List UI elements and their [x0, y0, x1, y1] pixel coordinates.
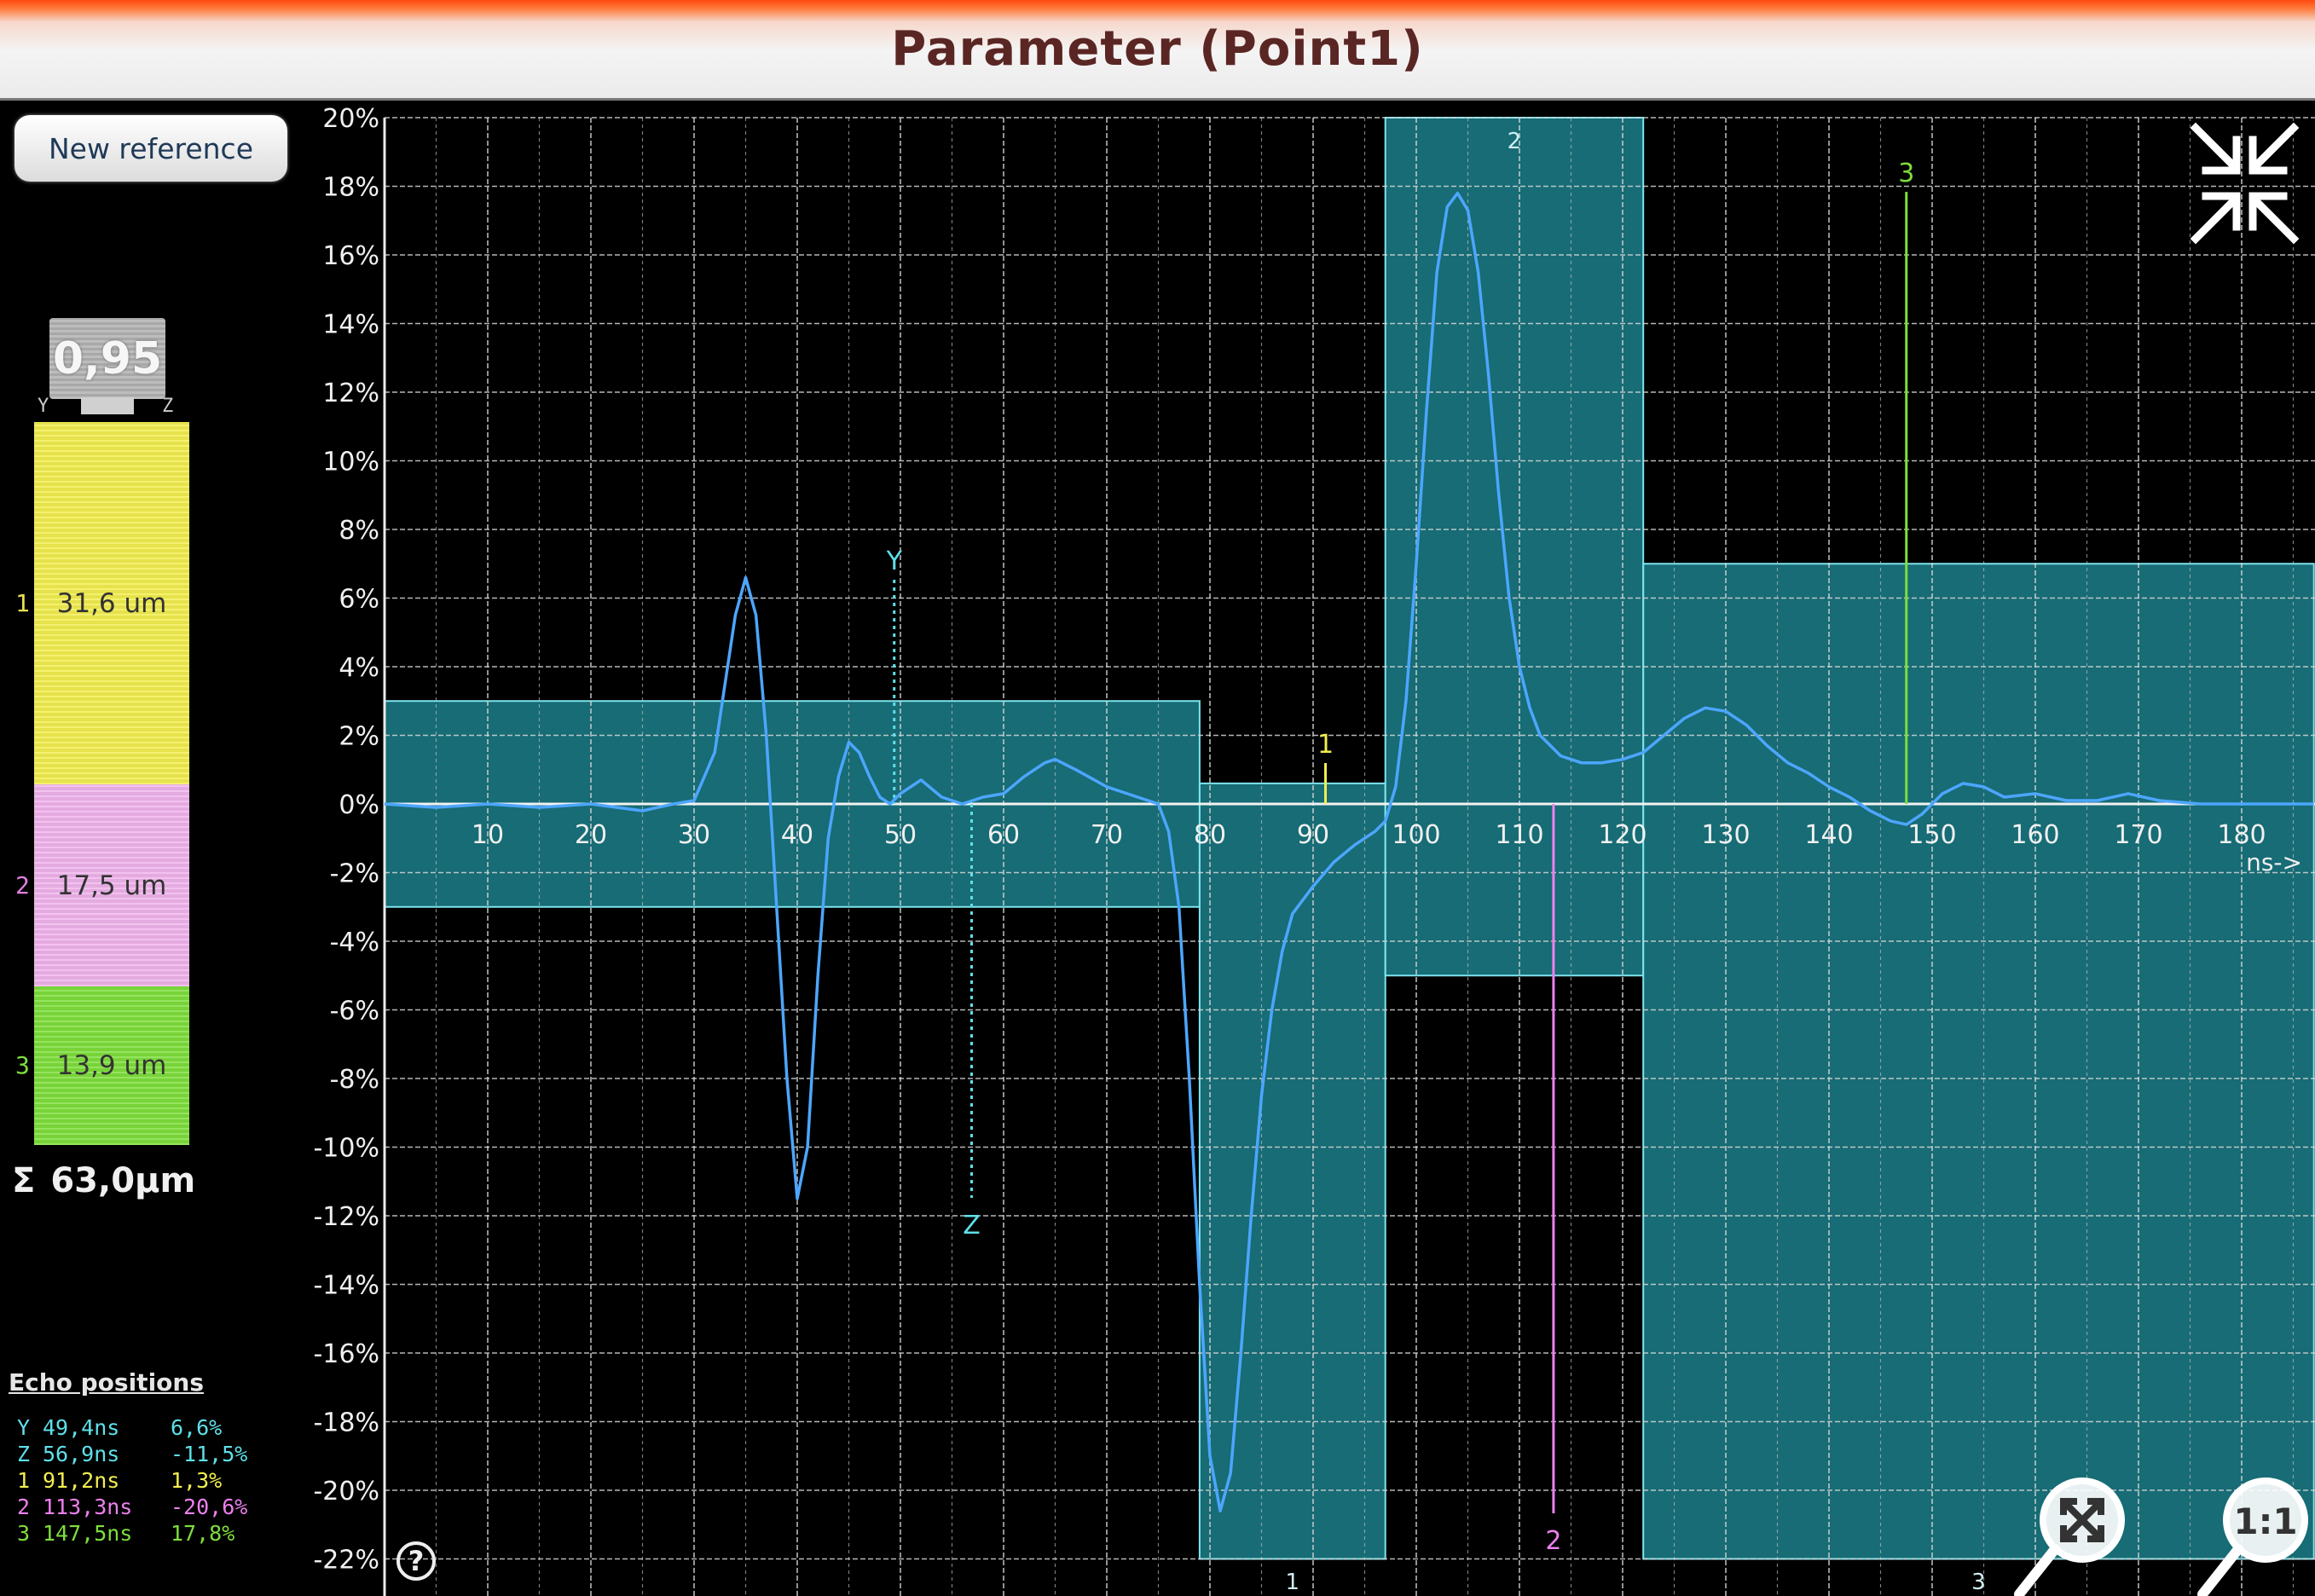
y-tick-label: -22% — [313, 1546, 379, 1576]
x-tick-label: 20 — [575, 820, 607, 850]
echo-marker-label-2: 2 — [1545, 1526, 1561, 1556]
y-tick-label: -8% — [330, 1065, 379, 1095]
y-tick-label: 2% — [339, 722, 379, 752]
x-tick-label: 110 — [1495, 820, 1543, 850]
waveform-chart[interactable]: 20% 18% 16% 14% 12% 10% 8% 6% 4% 2% 0% -2% -4% -6% -8%… — [0, 0, 2315, 1596]
x-tick-label: 150 — [1907, 820, 1956, 850]
y-tick-label: -12% — [313, 1202, 379, 1232]
y-tick-label: -20% — [313, 1477, 379, 1506]
gate-3[interactable] — [1642, 563, 2315, 1560]
gate-label-1: 1 — [1286, 1570, 1300, 1595]
y-tick-label: -18% — [313, 1408, 379, 1438]
x-tick-label: 160 — [2011, 820, 2059, 850]
zoom-1to1-icon[interactable]: 1:1 — [2170, 1471, 2315, 1596]
y-tick-label: 10% — [322, 448, 379, 477]
y-tick-label: -16% — [313, 1339, 379, 1369]
x-tick-label: 50 — [884, 820, 917, 850]
x-tick-label: 80 — [1194, 820, 1226, 850]
x-tick-label: 130 — [1701, 820, 1750, 850]
y-tick-label: 12% — [322, 379, 379, 408]
echo-marker-label-z: Z — [963, 1211, 981, 1240]
x-tick-label: 100 — [1392, 820, 1440, 850]
y-tick-label: 20% — [322, 104, 379, 134]
x-tick-label: 30 — [678, 820, 710, 850]
collapse-icon[interactable] — [2187, 119, 2302, 247]
x-tick-label: 140 — [1804, 820, 1853, 850]
echo-marker-label-3: 3 — [1898, 159, 1914, 188]
y-tick-label: 8% — [339, 516, 379, 546]
gate-label-2: 2 — [1508, 129, 1522, 154]
y-tick-label: 16% — [322, 241, 379, 271]
x-tick-label: 60 — [987, 820, 1020, 850]
x-tick-label: 40 — [781, 820, 813, 850]
y-tick-label: -2% — [330, 859, 379, 889]
x-tick-label: 170 — [2114, 820, 2162, 850]
x-tick-label: 180 — [2217, 820, 2266, 850]
echo-marker-label-1: 1 — [1317, 730, 1334, 760]
x-tick-label: 120 — [1598, 820, 1647, 850]
gate-1[interactable] — [1198, 782, 1386, 1560]
y-tick-label: 14% — [322, 310, 379, 340]
help-icon[interactable]: ? — [396, 1541, 436, 1581]
zoom-1to1-label: 1:1 — [2233, 1501, 2297, 1542]
x-tick-label: 10 — [472, 820, 504, 850]
gate-label-3: 3 — [1971, 1570, 1986, 1595]
y-tick-label: 0% — [339, 790, 379, 820]
y-tick-label: -10% — [313, 1134, 379, 1164]
x-tick-label: 90 — [1297, 820, 1329, 850]
zoom-fit-icon[interactable] — [2012, 1471, 2132, 1596]
y-tick-label: -4% — [330, 928, 379, 957]
x-axis-label: ns-> — [2246, 848, 2302, 876]
y-tick-label: -14% — [313, 1271, 379, 1301]
echo-marker-label-y: Y — [886, 546, 903, 576]
y-tick-label: 18% — [322, 173, 379, 203]
x-tick-label: 70 — [1091, 820, 1123, 850]
y-tick-label: 4% — [339, 653, 379, 683]
y-tick-label: -6% — [330, 997, 379, 1026]
y-tick-label: 6% — [339, 585, 379, 615]
